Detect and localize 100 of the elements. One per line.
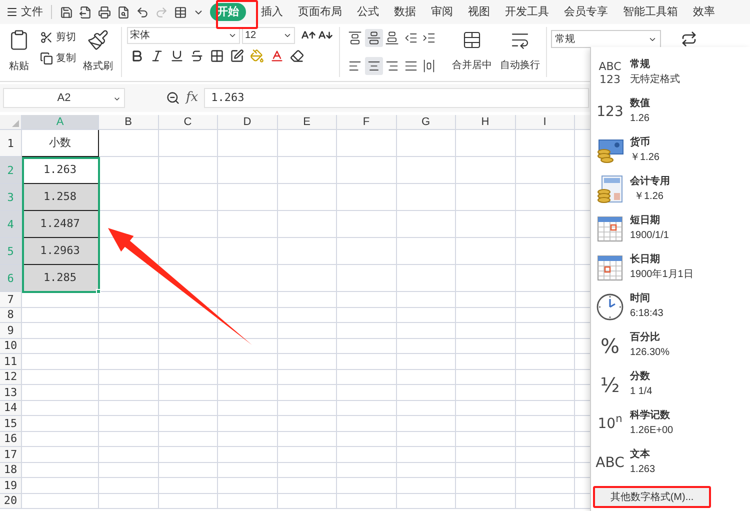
table-icon[interactable] [174, 6, 187, 18]
table-cell [278, 400, 337, 416]
preview-icon[interactable] [117, 6, 130, 18]
merge-center-button[interactable]: 合并居中 [452, 27, 492, 81]
row-header[interactable]: 12 [0, 370, 22, 385]
table-cell [396, 265, 456, 292]
row-header[interactable]: 11 [0, 354, 22, 370]
table-cell [278, 462, 337, 478]
zoom-out-icon[interactable] [166, 91, 180, 105]
undo-icon[interactable] [136, 6, 149, 18]
ribbon-tab[interactable]: 数据 [394, 4, 416, 20]
borders-icon[interactable] [210, 49, 224, 63]
column-header[interactable]: G [396, 115, 456, 130]
ribbon-tab[interactable]: 插入 [261, 4, 283, 20]
table-cell [99, 447, 158, 462]
fill-color-icon[interactable] [250, 49, 264, 63]
file-menu[interactable]: 文件 [6, 4, 43, 20]
row-header[interactable]: 20 [0, 494, 22, 509]
wrap-text-button[interactable]: 自动换行 [500, 27, 540, 81]
format-painter-button[interactable]: 格式刷 [82, 27, 114, 81]
table-cell [396, 338, 456, 354]
table-cell [456, 157, 516, 184]
row-header[interactable]: 15 [0, 416, 22, 432]
clock-icon [596, 292, 624, 320]
ribbon-tab[interactable]: 会员专享 [564, 4, 608, 20]
align-center-icon[interactable] [364, 57, 383, 75]
format-name: 常规 [630, 59, 651, 71]
table-cell [99, 157, 158, 184]
align-top-icon[interactable] [346, 29, 364, 47]
column-header[interactable]: E [278, 115, 337, 130]
print-icon[interactable] [98, 6, 111, 18]
save-icon[interactable] [60, 6, 73, 18]
convert-icon[interactable] [681, 31, 697, 47]
table-cell [396, 211, 456, 238]
row-header[interactable]: 13 [0, 385, 22, 400]
copy-button[interactable]: 复制 [40, 51, 76, 66]
eraser-icon[interactable] [290, 49, 304, 63]
format-option[interactable]: 短日期 1900/1/1 [591, 209, 750, 248]
row-header[interactable]: 18 [0, 462, 22, 478]
table-cell [278, 157, 337, 184]
ribbon-tab[interactable]: 审阅 [431, 4, 453, 20]
cut-button[interactable]: 剪切 [40, 30, 76, 45]
table-cell [158, 211, 218, 238]
font-field[interactable]: 宋体 [127, 27, 240, 44]
ribbon-tab[interactable]: 效率 [693, 4, 715, 20]
table-cell [218, 184, 278, 211]
column-header[interactable]: C [158, 115, 218, 130]
align-middle-icon[interactable] [364, 29, 383, 47]
ribbon-tab[interactable]: 公式 [357, 4, 379, 20]
column-header[interactable]: H [456, 115, 516, 130]
font-size-field[interactable]: 12 [242, 27, 295, 44]
row-header[interactable]: 7 [0, 292, 22, 308]
row-header[interactable]: 19 [0, 478, 22, 494]
table-cell [456, 308, 516, 323]
column-header[interactable]: B [99, 115, 158, 130]
column-header[interactable]: I [516, 115, 575, 130]
column-header[interactable]: D [218, 115, 278, 130]
ribbon-tab[interactable]: 智能工具箱 [623, 4, 678, 20]
format-option[interactable]: 长日期 1900年1月1日 [591, 248, 750, 287]
paste-button[interactable]: 粘贴 [4, 27, 34, 81]
ribbon-tab[interactable]: 页面布局 [298, 4, 342, 20]
bold-icon[interactable] [130, 49, 144, 63]
format-glyph: ABC 123 [598, 60, 622, 86]
caret-icon [228, 31, 237, 40]
name-box[interactable]: A2 [3, 88, 125, 108]
cell-style-icon[interactable] [230, 49, 244, 63]
fill-handle[interactable] [96, 289, 101, 294]
format-option[interactable]: 10$^{n}$ 科学记数 1.26E+00 [591, 404, 750, 443]
italic-icon[interactable] [150, 49, 164, 63]
format-name: 分数 [630, 371, 651, 383]
format-option[interactable]: ABC 123 常规 无特定格式 [591, 53, 750, 92]
table-cell [99, 308, 158, 323]
row-header[interactable]: 1 [0, 130, 22, 157]
more-formats-button[interactable]: 其他数字格式(M)... [593, 486, 711, 508]
row-header[interactable]: 17 [0, 447, 22, 462]
format-option[interactable]: 货币 ￥1.26 [591, 131, 750, 170]
row-header[interactable]: 8 [0, 308, 22, 323]
row-header[interactable]: 9 [0, 323, 22, 338]
row-header[interactable]: 10 [0, 338, 22, 354]
ribbon-tab[interactable]: 视图 [468, 4, 490, 20]
column-header[interactable]: F [337, 115, 396, 130]
row-header[interactable]: 14 [0, 400, 22, 416]
table-cell [218, 478, 278, 494]
table-cell [456, 447, 516, 462]
format-option[interactable]: 时间 6:18:43 [591, 287, 750, 326]
table-cell [337, 478, 396, 494]
format-name: 会计专用 [630, 176, 670, 188]
underline-icon[interactable] [170, 49, 184, 63]
formula-field[interactable]: 1.263 [204, 88, 590, 108]
strikethrough-icon[interactable] [190, 49, 204, 63]
table-cell: 1.2487 [22, 211, 99, 238]
table-cell [337, 265, 396, 292]
format-option[interactable]: ½ 分数 1 1/4 [591, 365, 750, 404]
format-option[interactable]: % 百分比 126.30% [591, 326, 750, 365]
ribbon-tab[interactable]: 开发工具 [505, 4, 549, 20]
row-header[interactable]: 16 [0, 432, 22, 447]
format-option[interactable]: 会计专用 ￥1.26 [591, 170, 750, 209]
table-cell [278, 385, 337, 400]
font-color-icon[interactable] [270, 49, 284, 63]
export-icon[interactable] [79, 6, 92, 18]
